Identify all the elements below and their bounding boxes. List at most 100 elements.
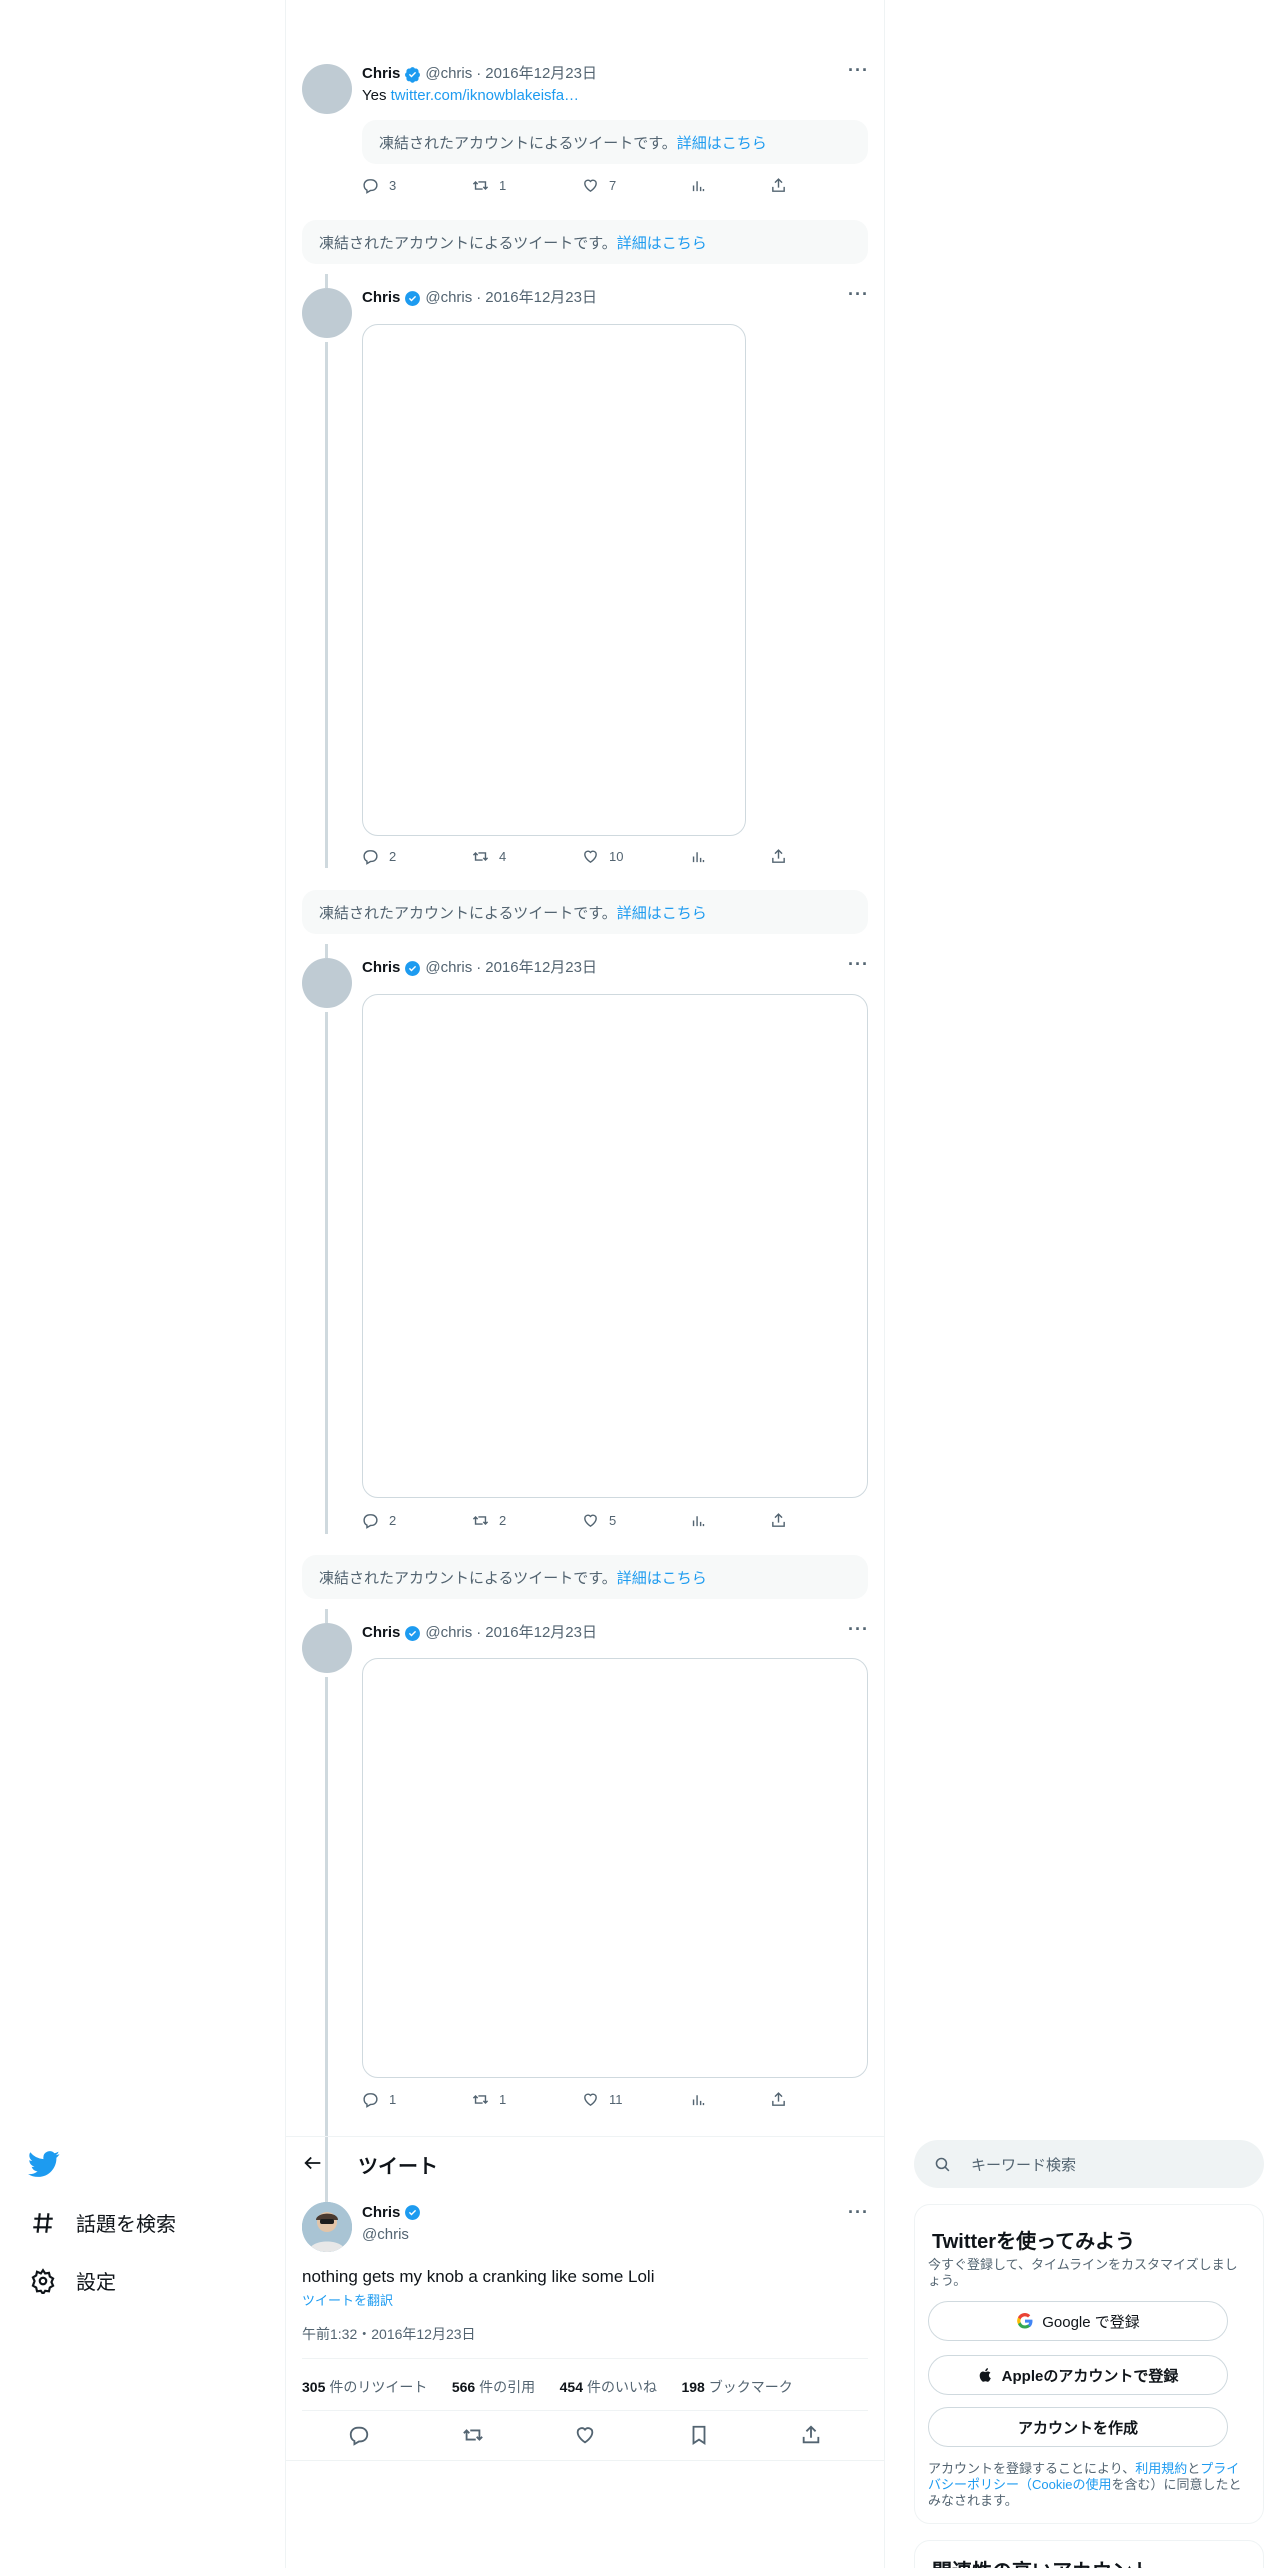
tweet-handle[interactable]: @chris [425, 64, 472, 84]
avatar[interactable] [302, 1623, 352, 1673]
retweet-icon [472, 180, 489, 191]
bookmark-icon [692, 2425, 706, 2445]
more-options-icon[interactable]: ··· [848, 60, 869, 81]
verified-badge-icon [405, 290, 421, 306]
nav-settings[interactable]: 設定 [30, 2266, 116, 2295]
heart-icon [584, 2093, 597, 2107]
nav-settings-label: 設定 [76, 2272, 116, 2294]
bookmark-button[interactable] [688, 2424, 710, 2451]
retweet-button[interactable]: 1 [472, 177, 506, 194]
main-tweet-author: Chris [362, 2204, 421, 2221]
back-button[interactable] [302, 2152, 324, 2179]
like-button[interactable] [574, 2424, 596, 2451]
translate-link[interactable]: ツイートを翻訳 [302, 2290, 393, 2309]
like-count: 10 [609, 849, 624, 864]
tweet-date[interactable]: 2016年12月23日 [485, 64, 597, 84]
share-icon [772, 849, 785, 863]
retweet-button[interactable]: 2 [472, 1512, 506, 1529]
share-button[interactable] [770, 2091, 787, 2108]
thread-line [325, 1012, 328, 1534]
like-button[interactable]: 5 [582, 1512, 616, 1529]
learn-more-link[interactable]: 詳細はこちら [617, 1567, 707, 1588]
retweet-button[interactable]: 1 [472, 2091, 506, 2108]
like-button[interactable]: 7 [582, 177, 616, 194]
suspended-text: 凍結されたアカウントによるツイートです。 [319, 904, 617, 922]
like-button[interactable]: 11 [582, 2091, 623, 2108]
reply-button[interactable] [348, 2424, 370, 2451]
share-button[interactable] [770, 1512, 787, 1529]
bookmarks-stat[interactable]: 198 ブックマーク [681, 2377, 792, 2397]
reply-button[interactable]: 3 [362, 177, 396, 194]
related-accounts-card: 関連性の高いアカウント [914, 2540, 1264, 2568]
apple-signup-button[interactable]: Appleのアカウントで登録 [928, 2355, 1228, 2395]
search-icon [935, 2157, 950, 2171]
tweet-handle[interactable]: @chris [425, 288, 472, 308]
tweet-author-name[interactable]: Chris [362, 288, 400, 308]
more-options-icon[interactable]: ··· [848, 954, 869, 975]
tweet-date[interactable]: 2016年12月23日 [485, 288, 597, 308]
reply-count: 3 [389, 178, 397, 193]
share-button[interactable] [800, 2424, 822, 2451]
reply-button[interactable]: 2 [362, 848, 396, 865]
tweet-link[interactable]: twitter.com/iknowblakeisfa… [391, 87, 579, 104]
tweet-author-name[interactable]: Chris [362, 64, 400, 84]
learn-more-link[interactable]: 詳細はこちら [677, 132, 767, 153]
tweet-date[interactable]: 2016年12月23日 [485, 958, 597, 978]
learn-more-link[interactable]: 詳細はこちら [617, 232, 707, 253]
like-count: 11 [609, 2092, 623, 2107]
heart-icon [584, 850, 597, 864]
tweet-media[interactable] [362, 1658, 868, 2078]
tweet-author-name[interactable]: Chris [362, 958, 400, 978]
reply-icon [363, 179, 378, 194]
views-button[interactable] [690, 2091, 707, 2108]
twitter-logo-icon[interactable] [28, 2148, 60, 2185]
terms-of-service-link[interactable]: 利用規約 [1135, 2461, 1187, 2476]
main-tweet-name[interactable]: Chris [362, 2204, 400, 2221]
more-options-icon[interactable]: ··· [848, 1619, 869, 1640]
page-title: ツイート [358, 2156, 438, 2178]
reply-button[interactable]: 2 [362, 1512, 396, 1529]
more-options-icon[interactable]: ··· [848, 284, 869, 305]
nav-explore[interactable]: 話題を検索 [30, 2208, 176, 2237]
likes-stat[interactable]: 454 件のいいね [560, 2377, 657, 2397]
divider [286, 2460, 884, 2461]
main-tweet-handle[interactable]: @chris [362, 2226, 409, 2243]
reply-button[interactable]: 1 [362, 2091, 396, 2108]
views-button[interactable] [690, 848, 707, 865]
signup-description: 今すぐ登録して、タイムラインをカスタマイズしましょう。 [928, 2257, 1238, 2288]
retweet-button[interactable]: 4 [472, 848, 506, 865]
tweet-media[interactable] [362, 994, 868, 1498]
tweet-date[interactable]: 2016年12月23日 [485, 1623, 597, 1643]
like-button[interactable]: 10 [582, 848, 623, 865]
avatar[interactable] [302, 64, 352, 114]
views-button[interactable] [690, 177, 707, 194]
share-button[interactable] [770, 177, 787, 194]
learn-more-link[interactable]: 詳細はこちら [617, 902, 707, 923]
share-icon [772, 1513, 785, 1527]
avatar[interactable] [302, 288, 352, 338]
avatar[interactable] [302, 958, 352, 1008]
retweets-stat[interactable]: 305 件のリツイート [302, 2377, 427, 2397]
main-tweet-timestamp[interactable]: 午前1:32・2016年12月23日 [302, 2324, 476, 2344]
more-options-icon[interactable]: ··· [848, 2202, 869, 2223]
tweet-media[interactable] [362, 324, 746, 836]
verified-badge-icon [405, 960, 421, 976]
google-signup-button[interactable]: Google で登録 [928, 2301, 1228, 2341]
retweet-icon [472, 2094, 489, 2105]
tweet-handle[interactable]: @chris [425, 958, 472, 978]
share-button[interactable] [770, 848, 787, 865]
tweet-actions: 1 1 11 [362, 2091, 868, 2111]
create-account-button[interactable]: アカウントを作成 [928, 2407, 1228, 2447]
retweet-button[interactable] [462, 2424, 484, 2451]
search-placeholder: キーワード検索 [971, 2156, 1077, 2174]
views-button[interactable] [690, 1512, 707, 1529]
quotes-stat[interactable]: 566 件の引用 [452, 2377, 535, 2397]
suspended-text: 凍結されたアカウントによるツイートです。 [319, 234, 617, 252]
search-box[interactable]: キーワード検索 [914, 2140, 1264, 2188]
main-tweet-avatar[interactable] [302, 2202, 352, 2252]
tweet-handle[interactable]: @chris [425, 1623, 472, 1643]
retweet-count: 4 [499, 849, 507, 864]
thread-line [325, 2188, 328, 2202]
thread-line [325, 274, 328, 288]
tweet-author-name[interactable]: Chris [362, 1623, 400, 1643]
